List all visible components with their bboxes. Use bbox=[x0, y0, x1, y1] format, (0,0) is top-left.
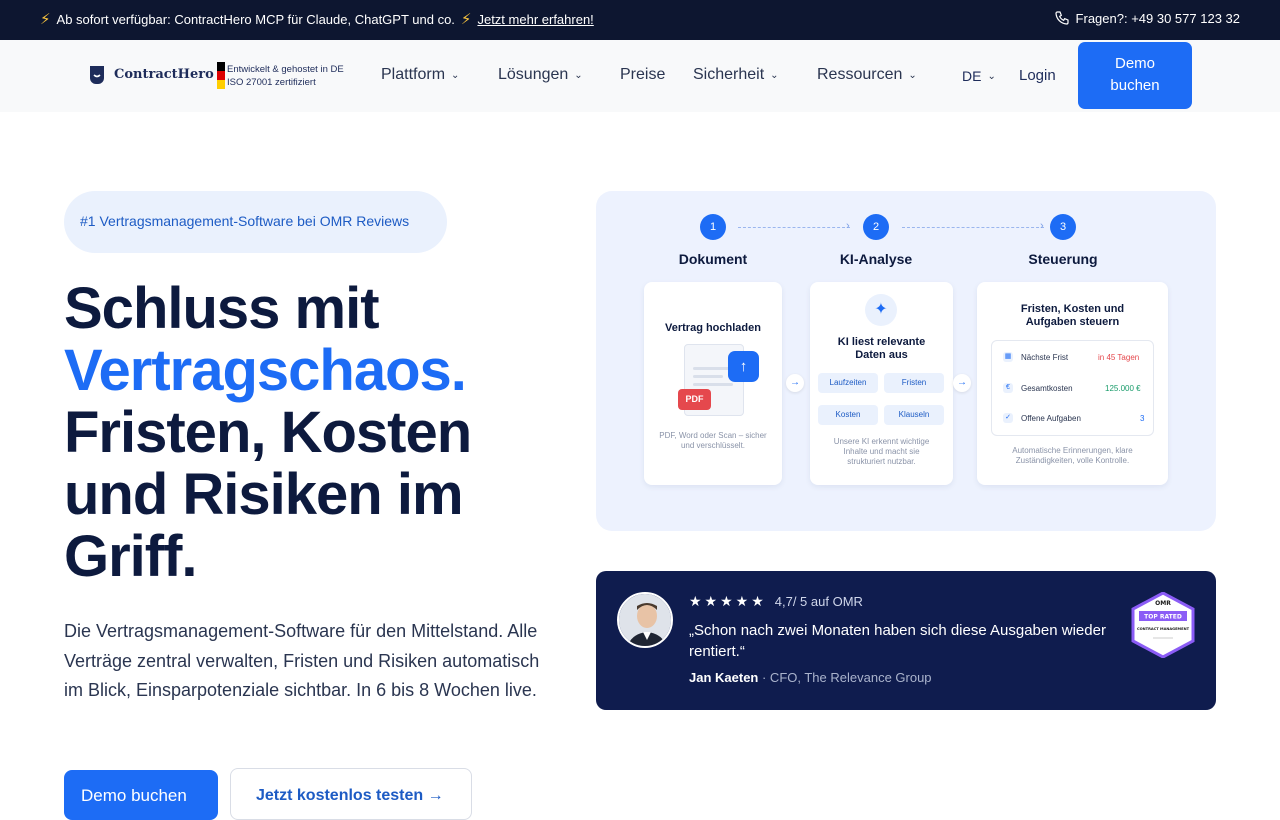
chevron-down-icon: ⌄ bbox=[574, 69, 583, 81]
nav-preise[interactable]: Preise bbox=[620, 66, 665, 84]
trust-line-iso: ISO 27001 zertifiziert bbox=[227, 77, 316, 88]
control-card-note: Automatische Erinnerungen, klare Zuständ… bbox=[1012, 446, 1133, 465]
badge-category-text: CONTRACT MANAGEMENT bbox=[1137, 627, 1190, 631]
trust-text: Entwickelt & gehostet in DE ISO 27001 ze… bbox=[227, 63, 344, 89]
contact-text: Fragen?: +49 30 577 123 32 bbox=[1075, 10, 1240, 26]
announcement-link[interactable]: Jetzt mehr erfahren! bbox=[477, 12, 593, 27]
announcement-bar: ⚡ Ab sofort verfügbar: ContractHero MCP … bbox=[0, 0, 1280, 40]
chevron-down-icon: ⌄ bbox=[987, 70, 996, 82]
step-control: 3 Steuerung bbox=[1013, 214, 1113, 267]
step-document: 1 Dokument bbox=[663, 214, 763, 267]
arrow-right-icon: → bbox=[953, 374, 971, 392]
lightning-icon: ⚡ bbox=[460, 11, 472, 28]
row-next-deadline: ▦ Nächste Frist bbox=[1003, 352, 1068, 362]
language-label: DE bbox=[962, 68, 982, 84]
row-total-cost: € Gesamtkosten bbox=[1003, 383, 1073, 393]
omr-badge-pill: #1 Vertragsmanagement-Software bei OMR R… bbox=[64, 191, 447, 253]
control-card-title: Fristen, Kosten und Aufgaben steuern bbox=[1020, 303, 1125, 328]
row-label: Gesamtkosten bbox=[1021, 383, 1073, 393]
nav-label: Plattform bbox=[381, 66, 446, 83]
row-open-tasks: ✓ Offene Aufgaben bbox=[1003, 413, 1081, 423]
lightning-icon: ⚡ bbox=[40, 11, 51, 28]
chip-klauseln: Klauseln bbox=[884, 405, 944, 425]
phone-icon bbox=[1054, 11, 1069, 25]
step-number: 3 bbox=[1050, 214, 1076, 240]
nav-plattform[interactable]: Plattform ⌄ bbox=[381, 66, 459, 84]
step-ai-analysis: 2 KI-Analyse bbox=[826, 214, 926, 267]
row-label: Nächste Frist bbox=[1021, 352, 1069, 362]
row-label: Offene Aufgaben bbox=[1021, 413, 1081, 423]
ai-card-title: KI liest relevante Daten aus bbox=[837, 336, 926, 361]
rating-text: 4,7/ 5 auf OMR bbox=[774, 594, 863, 609]
arrow-right-icon: → bbox=[786, 374, 804, 392]
euro-icon: € bbox=[1003, 383, 1013, 393]
hero-headline: Schluss mit Vertragschaos. Fristen, Kost… bbox=[64, 278, 564, 588]
step-title: Steuerung bbox=[1028, 251, 1098, 267]
upload-card-note: PDF, Word oder Scan – sicher und verschl… bbox=[659, 431, 767, 450]
nav-label: Sicherheit bbox=[693, 66, 765, 83]
row-value-tasks: 3 bbox=[1140, 414, 1145, 423]
logo-icon bbox=[90, 66, 104, 84]
testimonial-quote: „Schon nach zwei Monaten haben sich dies… bbox=[689, 622, 1106, 660]
demo-button-hero[interactable]: Demo buchen bbox=[64, 770, 218, 820]
nav-label: Lösungen bbox=[498, 66, 569, 83]
step-title: Dokument bbox=[678, 251, 748, 267]
testimonial-author: Jan Kaeten · CFO, The Relevance Group bbox=[689, 670, 932, 685]
avatar bbox=[617, 592, 673, 648]
headline-line1: Schluss mit bbox=[64, 276, 380, 341]
star-icons: ★★★★★ bbox=[689, 593, 767, 609]
headline-highlight: Vertragschaos. bbox=[64, 338, 467, 403]
step-number: 1 bbox=[700, 214, 726, 240]
sparkle-icon: ✦ bbox=[865, 294, 897, 326]
logo[interactable]: ContractHero bbox=[88, 64, 214, 84]
chip-laufzeiten: Laufzeiten bbox=[818, 373, 878, 393]
chip-kosten: Kosten bbox=[818, 405, 878, 425]
step-number: 2 bbox=[863, 214, 889, 240]
nav-label: Ressourcen bbox=[817, 66, 903, 83]
contact-phone[interactable]: Fragen?: +49 30 577 123 32 bbox=[1054, 10, 1240, 26]
free-trial-button[interactable]: Jetzt kostenlos testen → bbox=[230, 768, 472, 820]
chevron-down-icon: ⌄ bbox=[451, 69, 460, 81]
omr-top-rated-badge: OMR TOP RATED CONTRACT MANAGEMENT bbox=[1131, 592, 1195, 658]
row-value-deadline: in 45 Tagen bbox=[1098, 353, 1140, 362]
author-role: · CFO, The Relevance Group bbox=[758, 670, 932, 685]
rating-stars: ★★★★★ 4,7/ 5 auf OMR bbox=[689, 593, 863, 610]
nav-ressourcen[interactable]: Ressourcen ⌄ bbox=[817, 66, 917, 84]
hero-subtext: Die Vertragsmanagement-Software für den … bbox=[64, 621, 540, 700]
check-circle-icon: ✓ bbox=[1003, 413, 1013, 423]
chip-fristen: Fristen bbox=[884, 373, 944, 393]
chevron-down-icon: ⌄ bbox=[770, 69, 779, 81]
step-title: KI-Analyse bbox=[839, 251, 913, 267]
logo-text: ContractHero bbox=[114, 66, 214, 82]
nav-loesungen[interactable]: Lösungen ⌄ bbox=[498, 66, 583, 84]
demo-button-header[interactable]: Demo buchen bbox=[1078, 42, 1192, 109]
upload-card-title: Vertrag hochladen bbox=[665, 322, 761, 334]
chevron-down-icon: ⌄ bbox=[908, 69, 917, 81]
language-selector[interactable]: DE ⌄ bbox=[962, 68, 996, 84]
trust-line-hosting: Entwickelt & gehostet in DE bbox=[227, 64, 344, 75]
login-link[interactable]: Login bbox=[1019, 67, 1056, 84]
pdf-badge: PDF bbox=[678, 389, 711, 410]
nav-label: Preise bbox=[620, 66, 666, 83]
demo-button-label: Demo buchen bbox=[1110, 55, 1160, 94]
ai-card-note: Unsere KI erkennt wichtige Inhalte und m… bbox=[833, 437, 930, 466]
nav-sicherheit[interactable]: Sicherheit ⌄ bbox=[693, 66, 779, 84]
badge-omr-text: OMR bbox=[1155, 600, 1171, 607]
badge-top-rated-text: TOP RATED bbox=[1144, 614, 1182, 621]
germany-flag-icon bbox=[217, 62, 225, 89]
calendar-icon: ▦ bbox=[1003, 352, 1013, 362]
upload-icon: ↑ bbox=[728, 351, 759, 382]
headline-rest: Fristen, Kosten und Risiken im Griff. bbox=[64, 400, 472, 589]
announcement-text: Ab sofort verfügbar: ContractHero MCP fü… bbox=[56, 11, 455, 27]
row-value-cost: 125.000 € bbox=[1105, 384, 1141, 393]
author-name: Jan Kaeten bbox=[689, 670, 759, 685]
